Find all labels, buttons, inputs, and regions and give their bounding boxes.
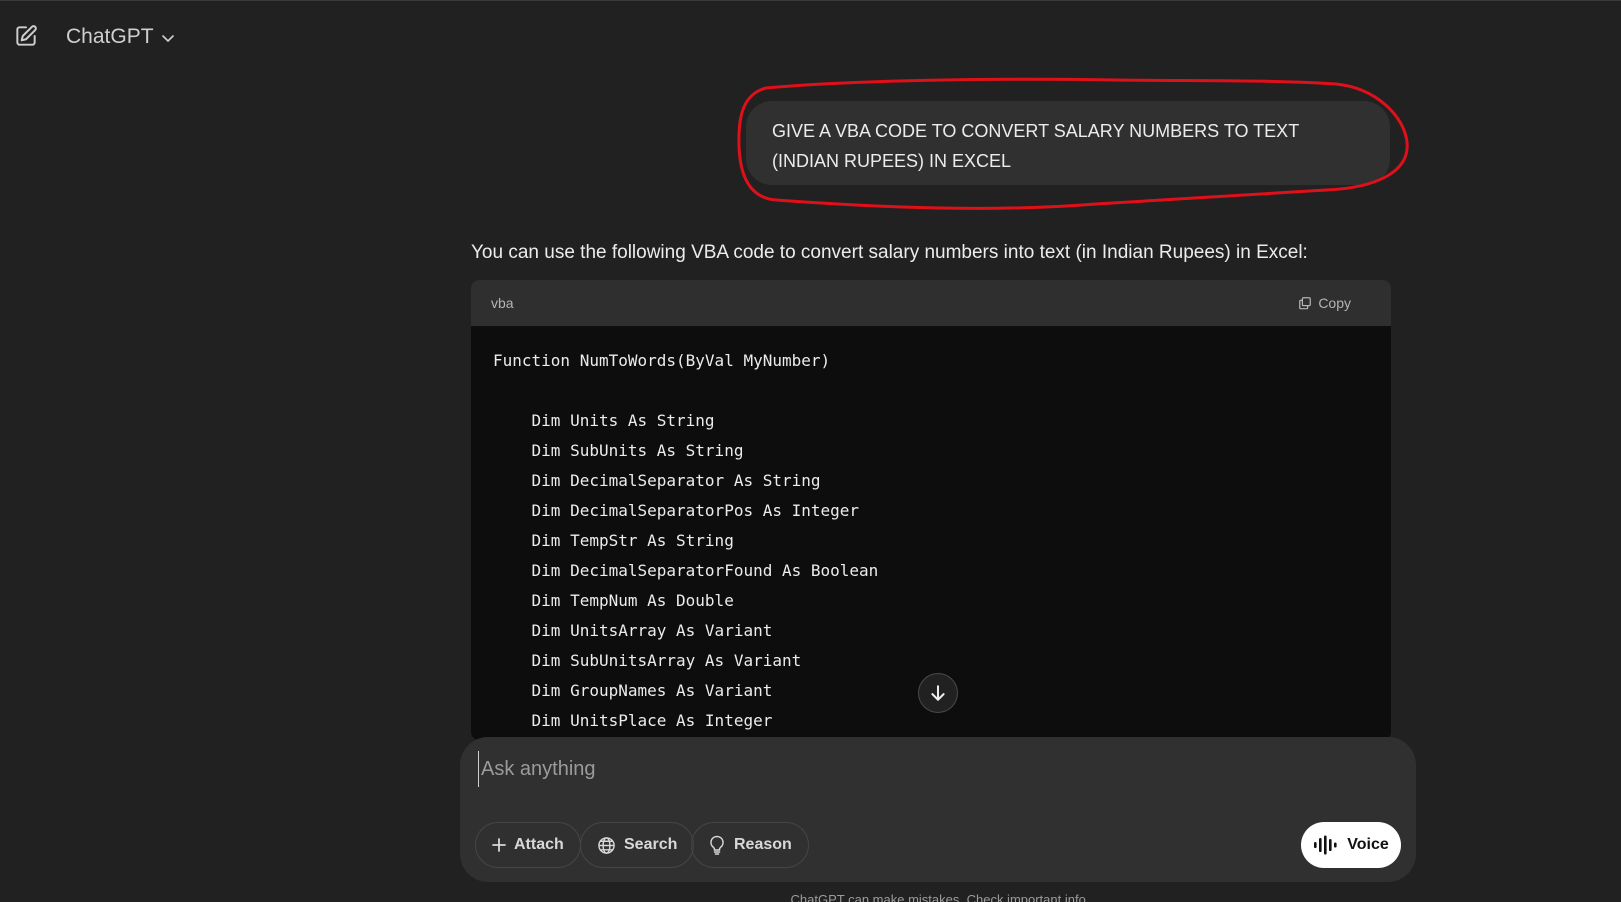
code-block-header: vba Copy <box>471 280 1391 326</box>
scroll-to-bottom-button[interactable] <box>918 673 958 713</box>
chevron-down-icon <box>161 35 174 42</box>
prompt-input[interactable] <box>478 751 1378 787</box>
code-line: Dim TempNum As Double <box>493 591 734 610</box>
code-line: Dim SubUnitsArray As Variant <box>493 651 802 670</box>
search-label: Search <box>624 836 678 853</box>
voice-label: Voice <box>1347 836 1389 853</box>
plus-icon <box>492 838 506 852</box>
code-line: Function NumToWords(ByVal MyNumber) <box>493 351 831 370</box>
message-composer: Attach Search Reason Voice <box>460 737 1416 882</box>
disclaimer-text: ChatGPT can make mistakes. Check importa… <box>790 892 1090 902</box>
model-selector[interactable]: ChatGPT <box>66 22 176 52</box>
attach-label: Attach <box>514 836 564 853</box>
code-line: Dim DecimalSeparatorFound As Boolean <box>493 561 879 580</box>
code-line: Dim Units As String <box>493 411 715 430</box>
globe-icon <box>598 836 615 854</box>
copy-code-button[interactable]: Copy <box>1298 295 1351 311</box>
user-message-bubble: GIVE A VBA CODE TO CONVERT SALARY NUMBER… <box>746 101 1390 185</box>
arrow-down-icon <box>931 685 945 701</box>
code-line: Dim DecimalSeparatorPos As Integer <box>493 501 860 520</box>
reason-label: Reason <box>734 836 792 853</box>
code-line: Dim UnitsArray As Variant <box>493 621 773 640</box>
copy-icon <box>1299 297 1312 310</box>
code-line: Dim TempStr As String <box>493 531 734 550</box>
user-message-line: (INDIAN RUPEES) IN EXCEL <box>772 151 1012 171</box>
code-line: Dim DecimalSeparator As String <box>493 471 821 490</box>
new-chat-button[interactable] <box>12 22 40 50</box>
voice-waveform-icon <box>1314 835 1337 855</box>
code-block: vba Copy Function NumToWords(ByVal MyNum… <box>471 280 1391 740</box>
top-border <box>0 0 1621 1</box>
code-line: Dim SubUnits As String <box>493 441 744 460</box>
assistant-message-text: You can use the following VBA code to co… <box>471 242 1308 263</box>
user-message-line: GIVE A VBA CODE TO CONVERT SALARY NUMBER… <box>772 121 1300 141</box>
voice-button[interactable]: Voice <box>1301 822 1401 868</box>
app-title: ChatGPT <box>66 25 154 48</box>
search-button[interactable]: Search <box>580 822 695 868</box>
attach-button[interactable]: Attach <box>475 822 581 868</box>
edit-icon <box>16 25 37 46</box>
copy-label: Copy <box>1318 295 1351 311</box>
code-language-label: vba <box>491 295 514 311</box>
reason-button[interactable]: Reason <box>691 822 809 868</box>
lightbulb-icon <box>710 835 724 855</box>
